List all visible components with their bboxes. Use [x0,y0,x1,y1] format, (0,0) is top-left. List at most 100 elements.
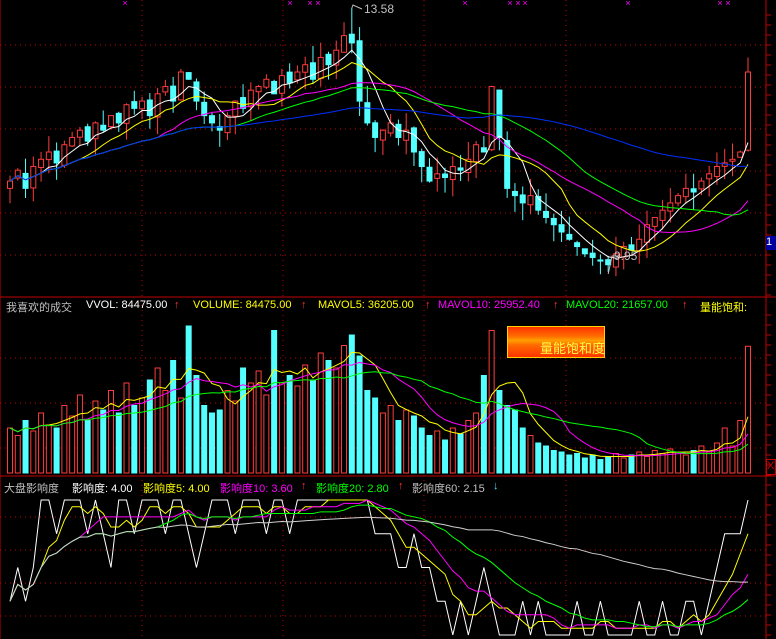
up-arrow-icon: ↑ [301,480,307,492]
candle-body [372,122,379,138]
volume-bar [302,364,309,474]
candle-body [154,93,161,118]
candle-body [589,252,596,258]
candle-body [690,188,697,193]
candle-body [286,71,293,84]
candle-body [115,112,122,124]
volume-bar [364,390,371,474]
candle-body [488,86,495,151]
candle-body [69,136,76,147]
impact-value: 影响度: 4.00 [72,483,133,495]
candle-body [558,224,565,233]
candle-body [76,129,83,138]
up-arrow-icon: ↑ [682,299,688,311]
volume-bar [348,334,355,474]
candle-body [356,40,363,102]
volume-bar [208,412,215,474]
volume-bar [543,445,550,474]
up-arrow-icon: ↑ [553,299,559,311]
candle-body [84,126,91,142]
candle-body [550,217,557,226]
candle-body [574,242,581,248]
up-arrow-icon: ↑ [398,480,404,492]
candle-body [737,151,744,158]
candle-body [263,78,270,88]
candle-body [675,195,682,204]
candle-body [706,173,713,180]
impact-ma5-value: 影响度5: 4.00 [143,483,210,495]
volume-header: 我喜欢的成交 VVOL: 84475.00 ↑ VOLUME: 84475.00… [0,299,766,315]
volume-bar [100,409,107,474]
event-marker-icon: × [287,0,292,8]
volume-bar [201,405,208,474]
volume-bar [38,412,45,474]
candle-body [162,86,169,93]
volume-bar [372,397,379,474]
volume-bar [644,456,651,474]
vvol-value: VVOL: 84475.00 [86,299,168,311]
candle-body [682,187,689,198]
volume-bar [682,454,689,474]
candle-body [7,180,13,189]
volume-bar [480,375,487,474]
volume-bar [45,424,52,474]
volume-bar [574,453,581,474]
candle-body [341,35,348,53]
volume-bar [53,427,60,474]
volume-bar [387,405,394,474]
up-arrow-icon: ↑ [174,299,180,311]
volume-bar [457,433,464,474]
volume-bar [271,330,278,474]
candle-body [224,115,231,134]
volume-bar [504,405,511,474]
candle-body [543,210,550,218]
volume-bar [442,439,449,474]
volume-bar [14,435,21,474]
volume-bar [154,367,161,474]
volume-bar [473,412,480,474]
candle-body [480,147,487,153]
candle-body [348,33,355,44]
impact-ma60-line [9,516,748,602]
volume-bar [589,454,596,474]
volume-bar [240,367,247,474]
volume-bar [403,409,410,474]
candle-body [185,72,192,80]
candle-body [107,115,114,128]
candle-body [457,167,464,171]
close-indicator-button[interactable]: X [766,459,776,475]
volume-bar [706,451,713,474]
candle-body [100,124,107,131]
volume-bar [263,394,270,474]
volume-bar [309,379,316,474]
mavol20-value: MAVOL20: 21657.00 [566,299,668,311]
volume-bar [278,382,285,474]
high-pointer [351,4,363,10]
volume-bar [76,394,83,474]
candle-body [698,180,705,190]
event-marker-icon: × [717,0,722,8]
candle-body [729,158,736,162]
candle-body [434,173,441,179]
candle-body [651,216,658,227]
volume-bar [527,435,534,474]
volume-bar [84,420,91,474]
volume-bar [139,397,146,474]
volume-bar [418,427,425,474]
event-marker-icon: × [122,0,127,8]
candle-body [61,144,68,166]
high-price-label: 13.58 [364,2,395,16]
candle-body [418,151,425,168]
volume-bar [123,382,130,474]
volume-bar [61,405,68,474]
event-marker-icon: × [625,0,630,8]
saturation-box-label: 量能饱和度 [540,341,606,356]
candle-body [193,81,200,102]
volume-bar [535,442,542,474]
volume-bar [745,345,751,474]
price-ma20-line [9,82,749,234]
low-price-label: 9.95 [614,249,638,263]
candle-body [325,53,332,66]
candle-body [139,100,146,110]
candle-body [519,194,526,204]
